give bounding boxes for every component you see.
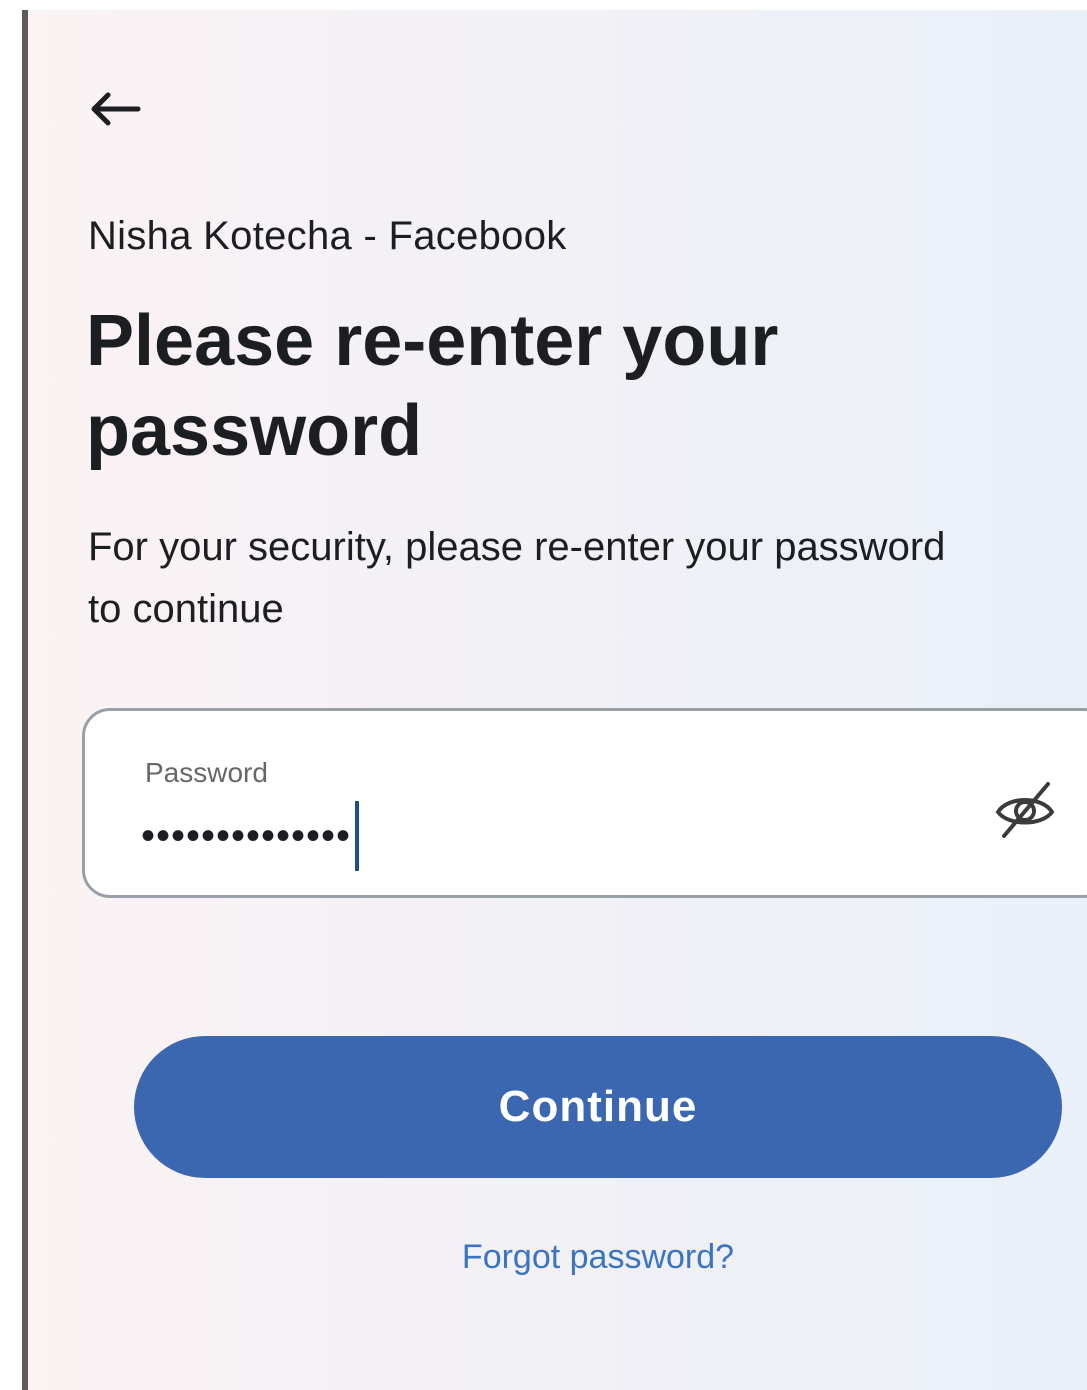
arrow-left-icon [91, 92, 141, 126]
continue-button[interactable]: Continue [134, 1036, 1062, 1178]
back-button[interactable] [86, 84, 146, 134]
password-input[interactable]: •••••••••••••• [141, 801, 360, 871]
password-masked-value: •••••••••••••• [141, 813, 352, 858]
eye-off-icon [995, 782, 1055, 838]
account-label: Nisha Kotecha - Facebook [88, 214, 567, 258]
reauth-screen: Nisha Kotecha - Facebook Please re-enter… [0, 0, 1087, 1390]
show-password-toggle[interactable] [985, 769, 1065, 849]
page-title: Please re-enter your password [86, 301, 779, 471]
text-caret [355, 801, 360, 871]
page-subtitle: For your security, please re-enter your … [88, 525, 946, 631]
forgot-password-link[interactable]: Forgot password? [134, 1238, 1062, 1277]
password-field-label: Password [145, 757, 268, 788]
password-field[interactable]: Password •••••••••••••• [82, 708, 1087, 898]
